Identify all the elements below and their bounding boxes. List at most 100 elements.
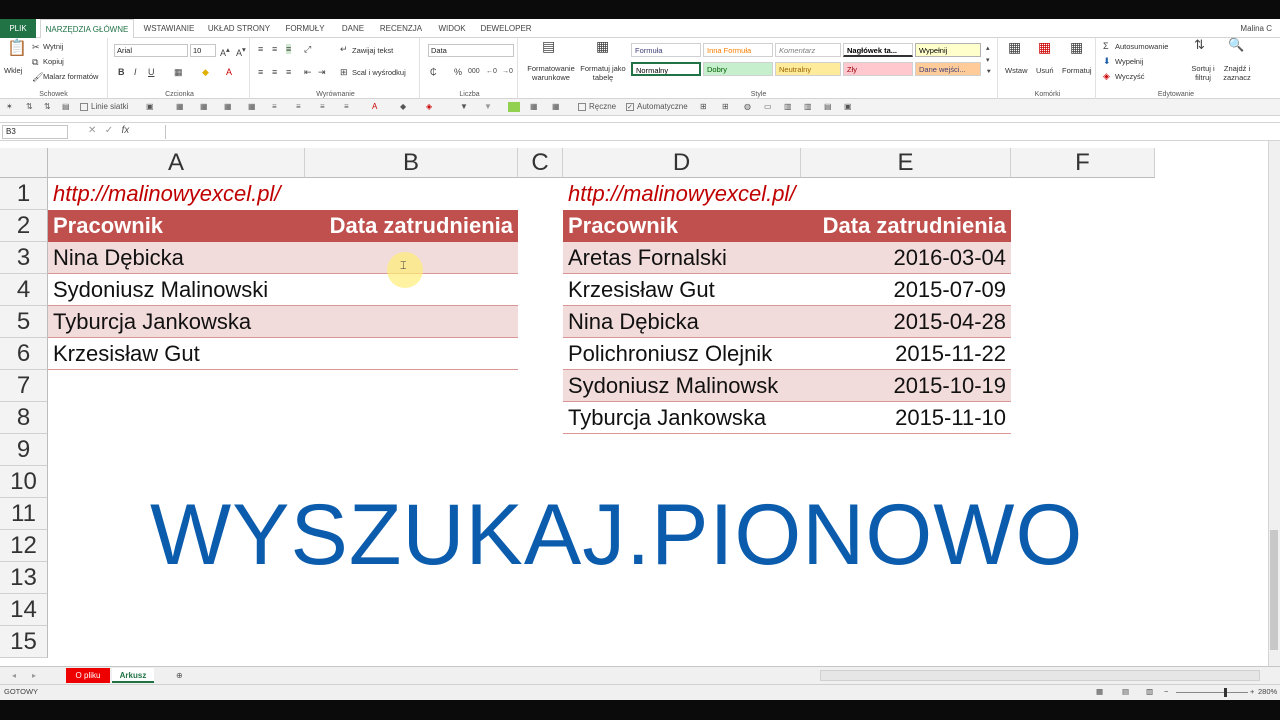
right-date-cell[interactable]: 2015-04-28	[801, 306, 1011, 338]
row-header[interactable]: 2	[0, 210, 48, 242]
row-header[interactable]: 13	[0, 562, 48, 594]
add-sheet-icon[interactable]: ⊕	[170, 668, 189, 683]
column-header-d[interactable]: D	[563, 148, 801, 178]
column-header-a[interactable]: A	[48, 148, 305, 178]
styles-scroll-up-icon[interactable]: ▴	[986, 44, 990, 54]
right-date-cell[interactable]: 2015-10-19	[801, 370, 1011, 402]
border-qat-icon[interactable]: ▦	[176, 102, 184, 112]
sheet-tab-about[interactable]: O pliku	[66, 668, 110, 683]
insert-button[interactable]: Wstaw	[1005, 66, 1028, 75]
font-size-select[interactable]: 10	[190, 44, 216, 57]
tab-review[interactable]: RECENZJA	[376, 19, 426, 38]
tab-page-layout[interactable]: UKŁAD STRONY	[204, 19, 274, 38]
horizontal-scrollbar[interactable]	[820, 670, 1260, 681]
grow-font-icon[interactable]: A▴	[220, 45, 230, 58]
style-formula[interactable]: Formuła	[631, 43, 701, 57]
filter-clear-qat-icon[interactable]: ▼	[484, 102, 492, 112]
align-bottom-icon[interactable]: ≡	[286, 44, 292, 54]
tab-home[interactable]: NARZĘDZIA GŁÓWNE	[40, 19, 134, 39]
tab-developer[interactable]: DEWELOPER	[478, 19, 534, 38]
freeze-icon[interactable]: ▤	[62, 102, 70, 112]
row-header[interactable]: 4	[0, 274, 48, 306]
table2-qat-icon[interactable]: ▦	[552, 102, 560, 112]
left-row-cell[interactable]: Sydoniusz Malinowski	[48, 274, 518, 306]
tab-formulas[interactable]: FORMUŁY	[280, 19, 330, 38]
zoom-out-icon[interactable]: −	[1164, 687, 1168, 696]
align4-qat-icon[interactable]: ≡	[344, 102, 349, 112]
filter-qat-icon[interactable]: ▼	[460, 102, 468, 112]
comma-style-icon[interactable]: 000	[468, 67, 480, 77]
qat-tool8-icon[interactable]: ▣	[844, 102, 852, 112]
format-painter-button[interactable]: Malarz formatów	[43, 72, 98, 81]
wrap-text-button[interactable]: Zawijaj tekst	[352, 46, 393, 55]
style-fill[interactable]: Wypełnij	[915, 43, 981, 57]
row-header[interactable]: 7	[0, 370, 48, 402]
align3-qat-icon[interactable]: ≡	[320, 102, 325, 112]
row-header[interactable]: 11	[0, 498, 48, 530]
styles-scroll-down-icon[interactable]: ▾	[986, 56, 990, 66]
sheet-nav-prev-icon[interactable]: ◂	[6, 668, 22, 683]
align2-qat-icon[interactable]: ≡	[296, 102, 301, 112]
table-qat-icon[interactable]: ▦	[530, 102, 538, 112]
clear-button[interactable]: Wyczyść	[1115, 72, 1145, 81]
row-header[interactable]: 9	[0, 434, 48, 466]
fill-qat-icon[interactable]: ◆	[400, 102, 406, 112]
style-normal[interactable]: Normalny	[631, 62, 701, 76]
style-input[interactable]: Dane wejści...	[915, 62, 981, 76]
orientation-icon[interactable]: ⤢	[304, 44, 311, 54]
merge-qat-icon[interactable]: ▣	[146, 102, 154, 112]
style-bad[interactable]: Zły	[843, 62, 913, 76]
decrease-decimal-icon[interactable]: →0	[502, 67, 513, 77]
row-header[interactable]: 6	[0, 338, 48, 370]
left-row-cell[interactable]: Nina Dębicka	[48, 242, 518, 274]
style-good[interactable]: Dobry	[703, 62, 773, 76]
style-other-formula[interactable]: Inna Formuła	[703, 43, 773, 57]
border2-qat-icon[interactable]: ▦	[200, 102, 208, 112]
enter-icon[interactable]: ✓	[105, 125, 113, 136]
percent-icon[interactable]: %	[454, 67, 462, 77]
right-header-employee[interactable]: Pracownik	[563, 210, 801, 242]
row-header[interactable]: 14	[0, 594, 48, 626]
align-middle-icon[interactable]: ≡	[272, 44, 277, 54]
qat-tool-icon[interactable]: ⊞	[700, 102, 707, 112]
format-table-button[interactable]: Formatuj jako tabelę	[576, 64, 630, 82]
font-name-select[interactable]: Arial	[114, 44, 188, 57]
currency-icon[interactable]: ₵	[430, 67, 437, 77]
align-left-icon[interactable]: ≡	[258, 67, 263, 77]
column-header-c[interactable]: C	[518, 148, 563, 178]
row-header[interactable]: 3	[0, 242, 48, 274]
borders-icon[interactable]: ▦	[174, 67, 183, 77]
right-name-cell[interactable]: Krzesisław Gut	[563, 274, 801, 306]
italic-icon[interactable]: I	[134, 67, 137, 77]
align-center-icon[interactable]: ≡	[272, 67, 277, 77]
qat-tool5-icon[interactable]: ▥	[784, 102, 792, 112]
sheet-tab-arkusz[interactable]: Arkusz	[112, 668, 154, 683]
insert-function-icon[interactable]: fx	[121, 125, 129, 136]
tab-file[interactable]: PLIK	[0, 19, 36, 38]
qat-tool6-icon[interactable]: ▥	[804, 102, 812, 112]
right-name-cell[interactable]: Polichroniusz Olejnik	[563, 338, 801, 370]
font-color-qat-icon[interactable]: A	[372, 102, 377, 112]
right-date-cell[interactable]: 2015-07-09	[801, 274, 1011, 306]
row-header[interactable]: 8	[0, 402, 48, 434]
row-header[interactable]: 1	[0, 178, 48, 210]
right-date-cell[interactable]: 2016-03-04	[801, 242, 1011, 274]
gridlines-checkbox[interactable]	[80, 103, 88, 111]
column-header-b[interactable]: B	[305, 148, 518, 178]
increase-indent-icon[interactable]: ⇥	[318, 67, 326, 77]
row-header[interactable]: 5	[0, 306, 48, 338]
column-header-e[interactable]: E	[801, 148, 1011, 178]
sort-filter-button[interactable]: Sortuj i filtruj	[1186, 64, 1220, 82]
tab-insert[interactable]: WSTAWIANIE	[138, 19, 200, 38]
cancel-icon[interactable]: ✕	[88, 125, 96, 136]
page-break-view-icon[interactable]: ▥	[1146, 687, 1153, 696]
save-icon[interactable]: ✶	[6, 102, 13, 112]
left-header-date[interactable]: Data zatrudnienia	[305, 210, 518, 242]
left-row-cell[interactable]: Krzesisław Gut	[48, 338, 518, 370]
normal-view-icon[interactable]: ▦	[1096, 687, 1103, 696]
fill-color-icon[interactable]: ◆	[202, 67, 209, 77]
left-row-cell[interactable]: Tyburcja Jankowska	[48, 306, 518, 338]
font-color-icon[interactable]: A	[226, 67, 232, 77]
underline-icon[interactable]: U	[148, 67, 155, 77]
decrease-indent-icon[interactable]: ⇤	[304, 67, 312, 77]
